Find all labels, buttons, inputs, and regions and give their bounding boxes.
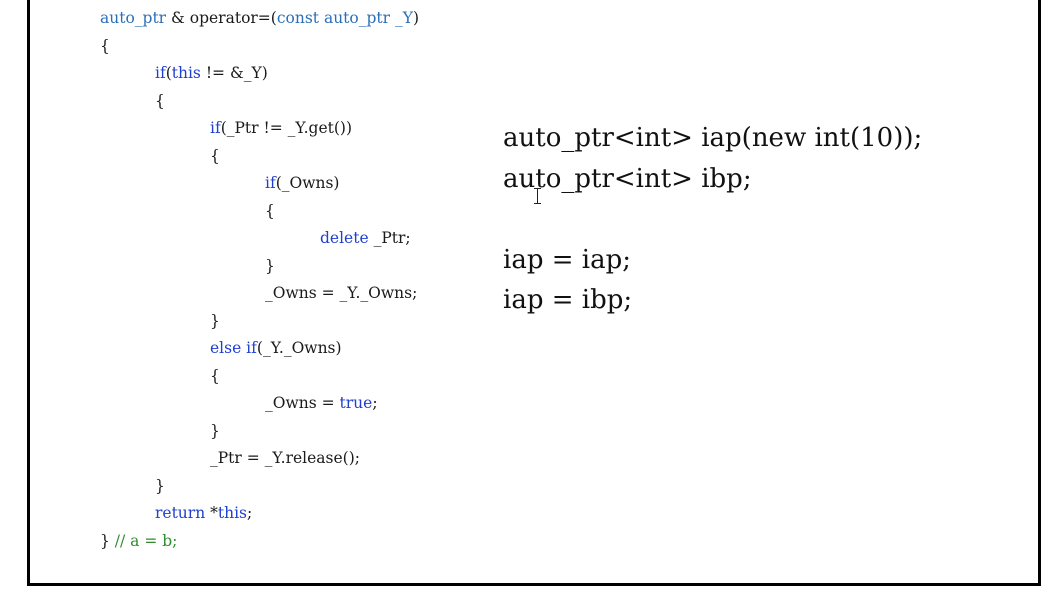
- code-token: delete: [320, 229, 369, 247]
- code-token: this: [217, 504, 247, 522]
- code-line: _Ptr = _Y.release();: [210, 448, 360, 468]
- code-token: if: [265, 174, 276, 192]
- code-token: {: [265, 201, 275, 220]
- demo-code-line: iap = ibp;: [503, 285, 633, 315]
- code-line: } // a = b;: [100, 531, 177, 551]
- code-token: _Owns =: [265, 394, 340, 412]
- code-token: (_Owns): [275, 174, 340, 192]
- code-token: if: [155, 64, 166, 82]
- code-line: {: [210, 366, 220, 386]
- code-token: if: [210, 119, 221, 137]
- code-token: this: [171, 64, 201, 82]
- demo-code-line: iap = iap;: [503, 245, 631, 275]
- code-line: _Owns = true;: [265, 393, 378, 413]
- code-line: {: [265, 201, 275, 221]
- code-token: {: [155, 91, 165, 110]
- code-token: _Owns = _Y._Owns;: [265, 284, 418, 302]
- code-token: {: [100, 36, 110, 55]
- text-cursor-icon: [533, 186, 543, 206]
- code-token: const auto_ptr _Y: [276, 9, 413, 27]
- code-token: }: [100, 531, 115, 550]
- code-line: }: [265, 256, 275, 276]
- code-line: }: [210, 311, 220, 331]
- code-line: _Owns = _Y._Owns;: [265, 283, 417, 303]
- code-line: auto_ptr & operator=(const auto_ptr _Y): [100, 8, 419, 28]
- code-token: ;: [372, 394, 378, 412]
- code-token: *: [205, 504, 218, 522]
- code-line: if(_Owns): [265, 173, 339, 193]
- code-token: ): [412, 9, 420, 27]
- code-token: }: [210, 311, 220, 330]
- code-token: }: [265, 256, 275, 275]
- code-token: (_Ptr != _Y.get()): [220, 119, 353, 137]
- code-token: else if: [210, 339, 257, 357]
- code-line: else if(_Y._Owns): [210, 338, 342, 358]
- code-token: // a = b;: [114, 531, 178, 550]
- code-token: {: [210, 146, 220, 165]
- code-line: }: [210, 421, 220, 441]
- code-token: true: [339, 394, 373, 412]
- code-line: {: [100, 36, 110, 56]
- code-token: _Ptr = _Y.release();: [210, 449, 360, 467]
- code-line: return *this;: [155, 503, 252, 523]
- code-token: {: [210, 366, 220, 385]
- code-line: {: [155, 91, 165, 111]
- code-token: ;: [247, 504, 253, 522]
- code-token: & operator=(: [166, 9, 277, 27]
- code-line: {: [210, 146, 220, 166]
- code-line: if(this != &_Y): [155, 63, 268, 83]
- code-token: return: [155, 504, 206, 522]
- code-token: != &_Y): [200, 64, 268, 82]
- code-token: }: [210, 421, 220, 440]
- code-line: delete _Ptr;: [320, 228, 411, 248]
- code-token: _Ptr;: [368, 229, 411, 247]
- demo-code-line: auto_ptr<int> iap(new int(10));: [503, 123, 923, 153]
- code-line: }: [155, 476, 165, 496]
- code-line: if(_Ptr != _Y.get()): [210, 118, 352, 138]
- code-token: (_Y._Owns): [256, 339, 342, 357]
- code-token: }: [155, 476, 165, 495]
- code-token: auto_ptr: [100, 9, 167, 27]
